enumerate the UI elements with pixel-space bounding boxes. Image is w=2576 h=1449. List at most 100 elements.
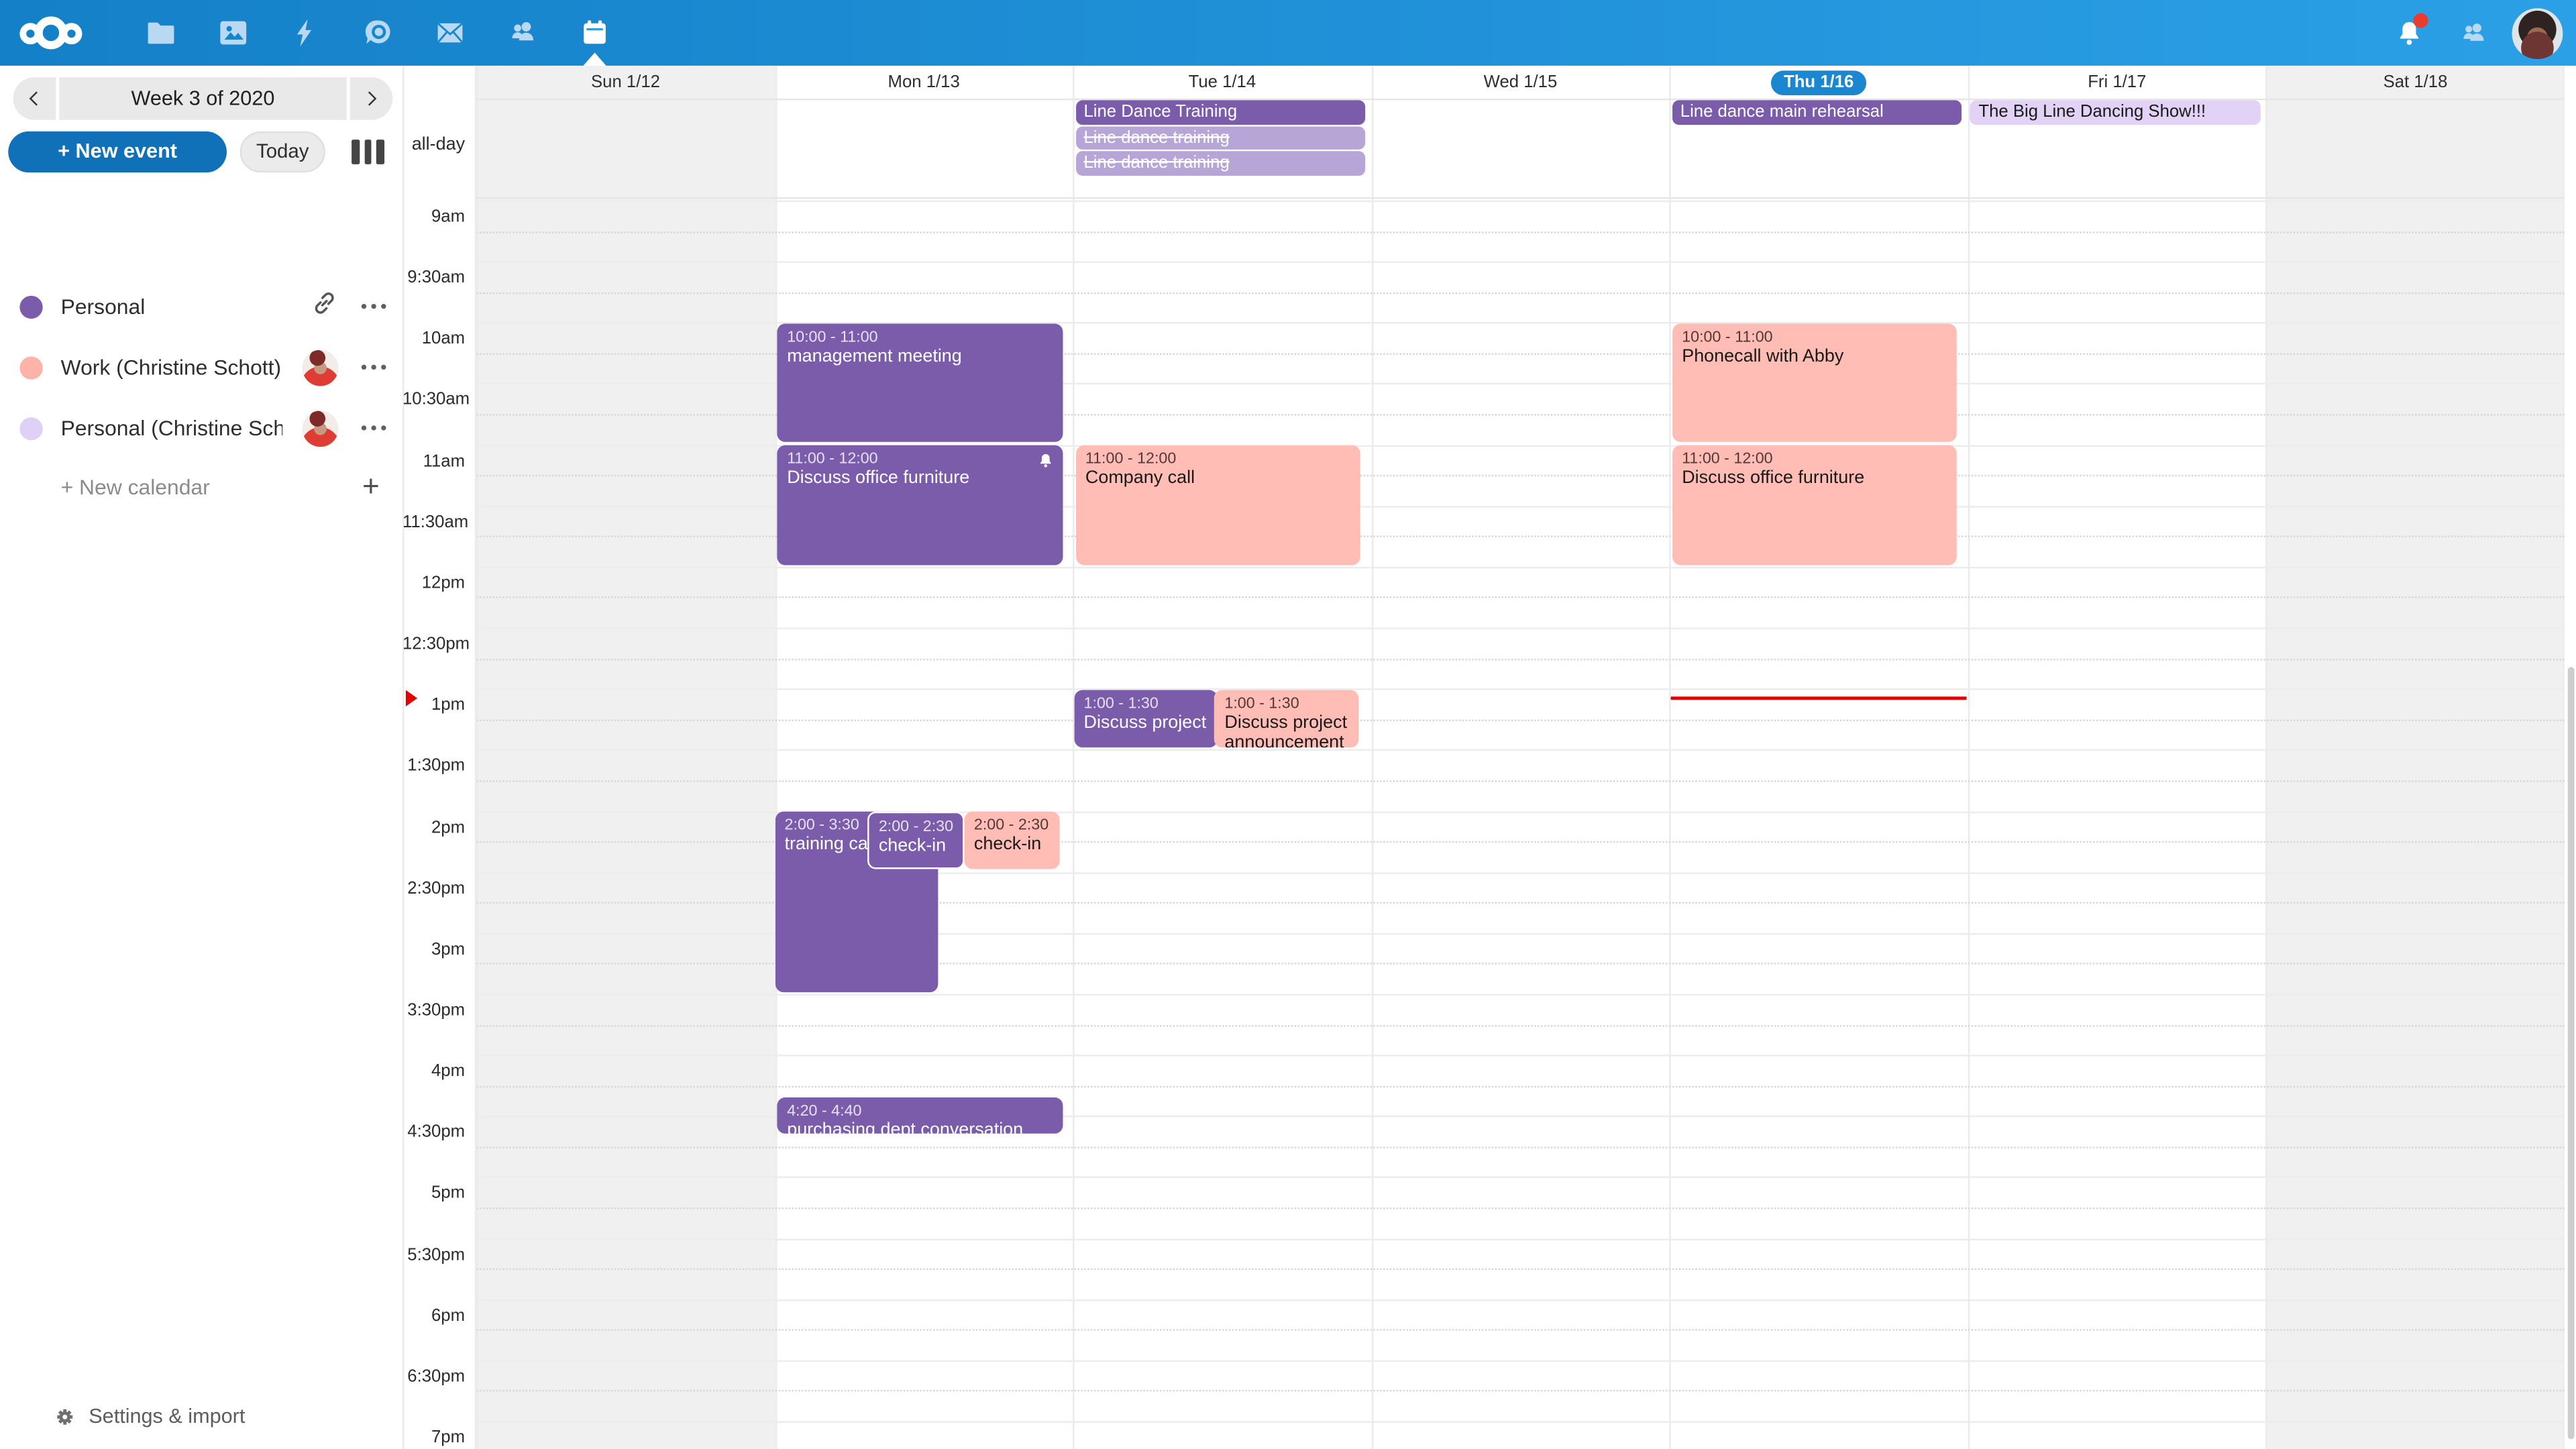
app-button-calendar[interactable] xyxy=(559,0,631,66)
allday-event[interactable]: Line dance training xyxy=(1075,151,1365,175)
calendar-icon xyxy=(578,16,611,49)
time-label: 12pm xyxy=(402,573,465,592)
day-header-tue[interactable]: Tue 1/14 xyxy=(1073,66,1372,99)
column-separator xyxy=(1073,66,1075,1449)
app-window: Week 3 of 2020 + New event Today Persona… xyxy=(0,0,2576,1449)
column-separator xyxy=(775,66,776,1449)
event-title: Discuss office furniture xyxy=(1682,469,1951,490)
event[interactable]: 11:00 - 12:00Discuss office furniture xyxy=(1672,446,1957,565)
topbar-right xyxy=(2383,0,2563,66)
calendar-color-dot xyxy=(19,417,42,439)
column-separator xyxy=(1968,66,1969,1449)
active-app-indicator xyxy=(583,52,606,66)
new-calendar-button[interactable]: + New calendar + xyxy=(0,465,402,508)
quarter-gridline xyxy=(476,1269,2565,1270)
today-button[interactable]: Today xyxy=(240,131,325,172)
scrollbar-thumb[interactable] xyxy=(2567,667,2575,1439)
calendar-menu-button[interactable] xyxy=(361,419,386,437)
quarter-gridline xyxy=(476,1146,2565,1148)
week-label[interactable]: Week 3 of 2020 xyxy=(59,77,347,120)
calendar-color-dot xyxy=(19,356,42,378)
share-button[interactable] xyxy=(310,288,338,325)
notification-dot xyxy=(2414,13,2428,28)
alarm-bell-icon xyxy=(1036,452,1054,470)
app-button-talk[interactable] xyxy=(341,0,414,66)
day-header-wed[interactable]: Wed 1/15 xyxy=(1371,66,1670,99)
new-event-button[interactable]: + New event xyxy=(8,131,227,172)
hour-gridline xyxy=(476,201,2565,202)
app-button-photos[interactable] xyxy=(197,0,270,66)
event-title: management meeting xyxy=(787,347,1056,368)
previous-week-button[interactable] xyxy=(13,77,56,120)
nextcloud-logo-icon[interactable] xyxy=(19,11,95,54)
quarter-gridline xyxy=(476,1085,2565,1087)
event-time: 11:00 - 12:00 xyxy=(1682,451,1951,469)
shared-by-avatar xyxy=(301,410,337,446)
calendar-list-item[interactable]: Work (Christine Schott) xyxy=(0,337,402,398)
event[interactable]: 4:20 - 4:40purchasing dept conversation xyxy=(777,1097,1063,1134)
quarter-gridline xyxy=(476,1391,2565,1392)
event[interactable]: 1:00 - 1:30Discuss project announcement xyxy=(1215,690,1360,747)
day-header-fri[interactable]: Fri 1/17 xyxy=(1968,66,2266,99)
quarter-gridline xyxy=(476,597,2565,598)
quarter-gridline xyxy=(476,780,2565,782)
event[interactable]: 11:00 - 12:00Company call xyxy=(1075,446,1360,565)
user-avatar[interactable] xyxy=(2512,7,2563,58)
hour-gridline xyxy=(476,1299,2565,1300)
event[interactable]: 10:00 - 11:00Phonecall with Abby xyxy=(1672,324,1957,443)
allday-event[interactable]: Line Dance Training xyxy=(1075,100,1365,124)
time-label: 5:30pm xyxy=(402,1244,465,1264)
time-label: 4pm xyxy=(402,1061,465,1081)
event[interactable]: 1:00 - 1:30Discuss project announcement xyxy=(1074,690,1217,747)
contacts-menu-button[interactable] xyxy=(2448,8,2497,57)
day-header-thu[interactable]: Thu 1/16 xyxy=(1670,66,1968,99)
quarter-gridline xyxy=(476,231,2565,232)
sidebar: Week 3 of 2020 + New event Today Persona… xyxy=(0,66,402,1449)
calendar-color-dot xyxy=(19,295,42,318)
app-button-mail[interactable] xyxy=(414,0,486,66)
allday-event[interactable]: Line dance training xyxy=(1075,125,1365,150)
calendar-name: Personal xyxy=(61,294,146,319)
chevron-right-icon xyxy=(362,89,381,108)
event-title: Discuss project announcement xyxy=(1084,713,1211,734)
day-header-sun[interactable]: Sun 1/12 xyxy=(476,66,775,99)
day-header-mon[interactable]: Mon 1/13 xyxy=(775,66,1073,99)
allday-separator xyxy=(476,197,2565,198)
app-button-activity[interactable] xyxy=(270,0,342,66)
today-pill: Thu 1/16 xyxy=(1770,70,1867,95)
day-header-sat[interactable]: Sat 1/18 xyxy=(2266,66,2565,99)
quarter-gridline xyxy=(476,1330,2565,1331)
hour-gridline xyxy=(476,567,2565,568)
app-button-contacts[interactable] xyxy=(486,0,559,66)
event[interactable]: 11:00 - 12:00Discuss office furniture xyxy=(777,446,1063,565)
event[interactable]: 2:00 - 2:30check-in xyxy=(964,812,1059,869)
calendar-list-item[interactable]: Personal xyxy=(0,276,402,337)
calendar-menu-button[interactable] xyxy=(361,297,386,316)
time-label: 2pm xyxy=(402,817,465,837)
time-label: 10am xyxy=(402,329,465,349)
quarter-gridline xyxy=(476,1024,2565,1026)
allday-event[interactable]: Line dance main rehearsal xyxy=(1672,100,1962,124)
app-button-files[interactable] xyxy=(125,0,197,66)
time-label: 11am xyxy=(402,451,465,470)
column-separator xyxy=(2266,66,2267,1449)
talk-icon xyxy=(362,16,394,49)
vertical-scrollbar[interactable] xyxy=(2565,66,2576,1449)
event[interactable]: 10:00 - 11:00management meeting xyxy=(777,324,1063,443)
view-columns-icon[interactable] xyxy=(352,139,384,164)
time-label: 9:30am xyxy=(402,268,465,288)
event[interactable]: 2:00 - 2:30check-in xyxy=(867,812,964,869)
next-week-button[interactable] xyxy=(350,77,393,120)
week-navigation: Week 3 of 2020 xyxy=(13,77,393,120)
notifications-button[interactable] xyxy=(2383,8,2432,57)
activity-icon xyxy=(289,16,322,49)
current-time-arrow xyxy=(406,690,417,706)
time-label: 2:30pm xyxy=(402,878,465,898)
hour-gridline xyxy=(476,1238,2565,1239)
calendar-menu-button[interactable] xyxy=(361,358,386,376)
calendar-list-item[interactable]: Personal (Christine Scho… xyxy=(0,398,402,459)
settings-import-button[interactable]: Settings & import xyxy=(0,1398,402,1434)
allday-event[interactable]: The Big Line Dancing Show!!! xyxy=(1970,100,2260,124)
event-title: check-in xyxy=(879,837,956,857)
time-label: 10:30am xyxy=(402,390,465,409)
